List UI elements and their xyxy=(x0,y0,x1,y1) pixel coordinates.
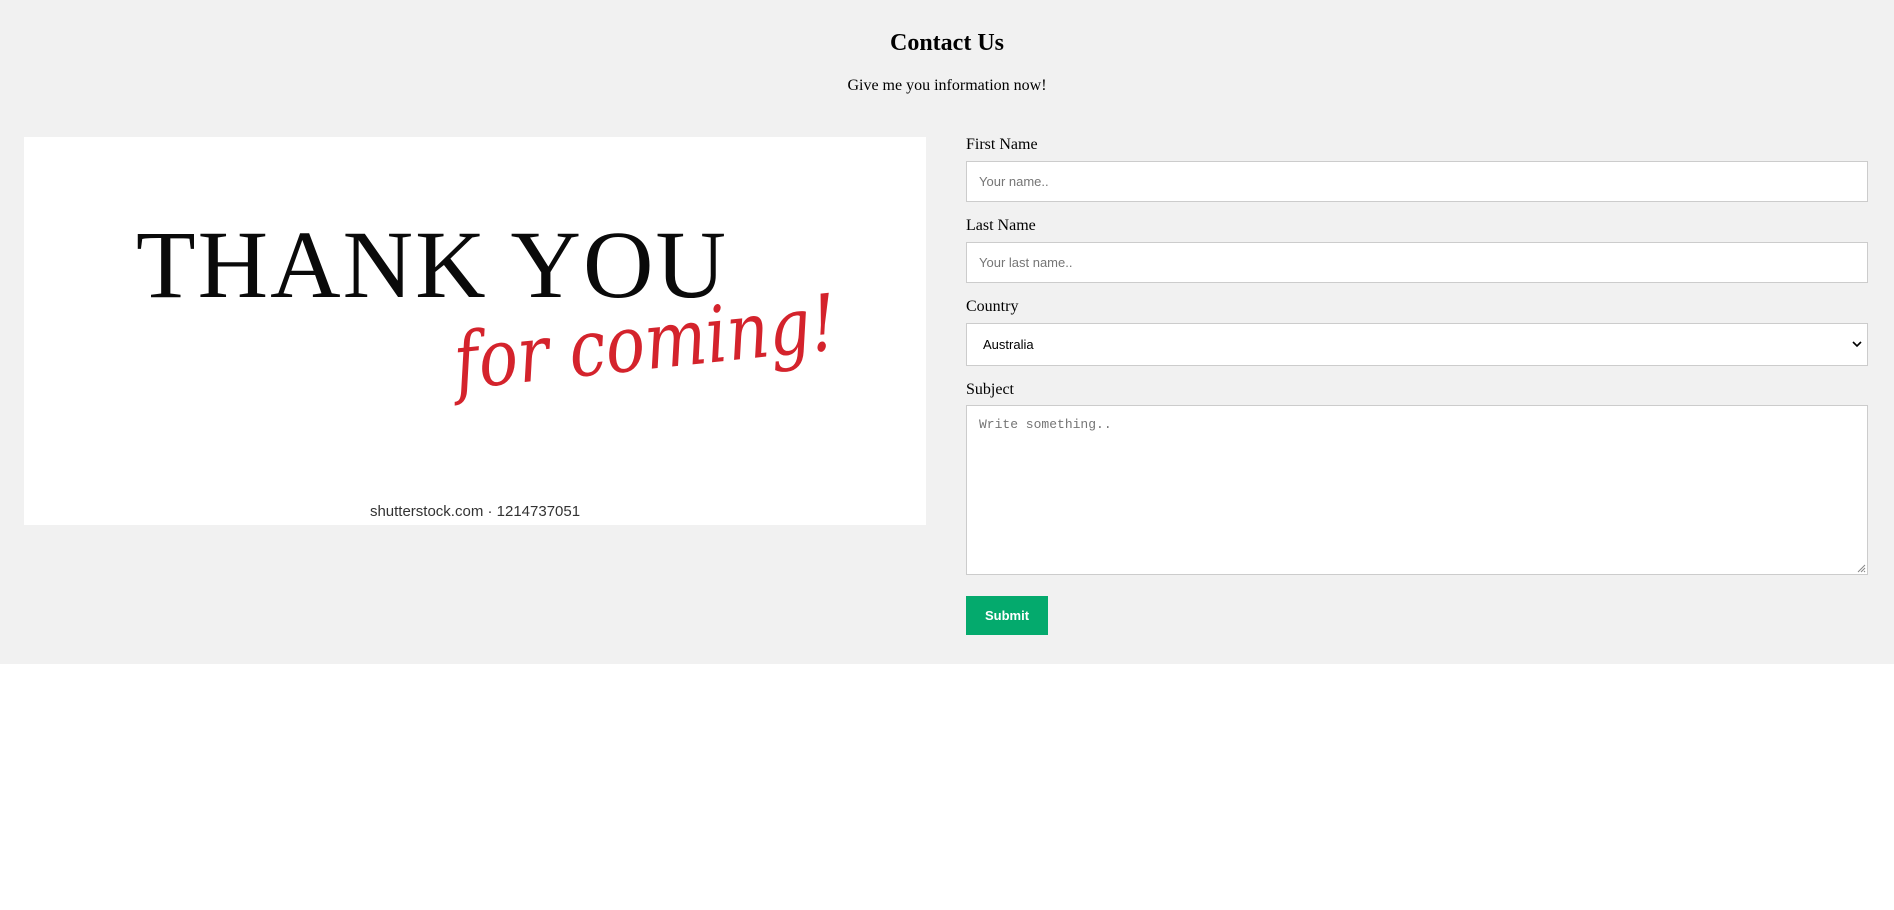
first-name-input[interactable] xyxy=(966,161,1868,202)
country-select[interactable]: Australia xyxy=(966,323,1868,366)
submit-button[interactable]: Submit xyxy=(966,596,1048,635)
country-selected-value: Australia xyxy=(983,337,1034,352)
resize-grip-icon[interactable] xyxy=(1856,563,1866,573)
contact-section: Contact Us Give me you information now! … xyxy=(0,0,1894,664)
chevron-down-icon xyxy=(1852,341,1862,348)
thank-you-image: THANK YOU for coming! shutterstock.com ·… xyxy=(24,137,926,525)
page-title: Contact Us xyxy=(890,30,1004,56)
image-watermark: shutterstock.com · 1214737051 xyxy=(370,503,580,520)
page-subtitle: Give me you information now! xyxy=(847,77,1047,94)
last-name-input[interactable] xyxy=(966,242,1868,283)
last-name-label: Last Name xyxy=(966,217,1036,234)
country-label: Country xyxy=(966,298,1019,315)
first-name-label: First Name xyxy=(966,136,1038,153)
subject-textarea[interactable] xyxy=(966,405,1868,575)
subject-label: Subject xyxy=(966,381,1014,398)
